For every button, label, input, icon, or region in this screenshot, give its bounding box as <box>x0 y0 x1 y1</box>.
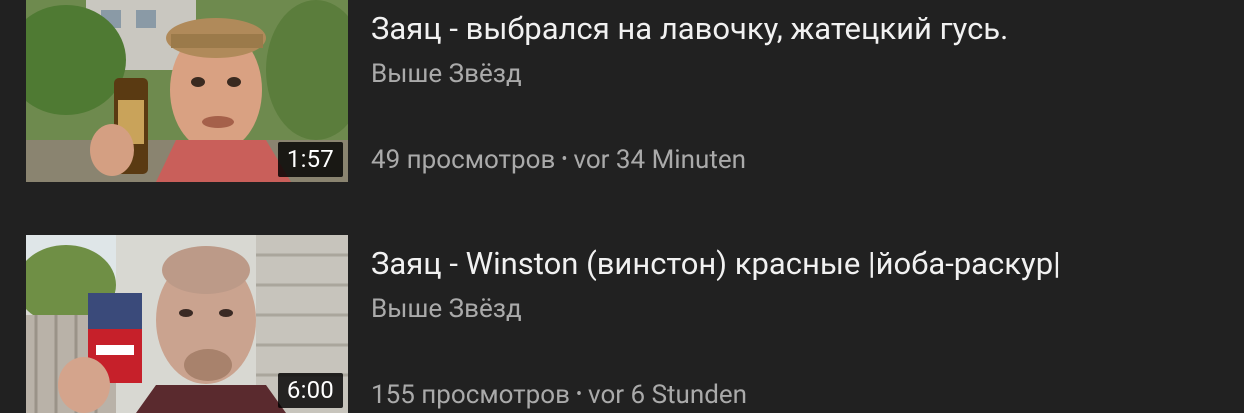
video-thumbnail[interactable]: 1:57 <box>26 0 348 182</box>
video-stats: 49 просмотров • vor 34 Minuten <box>371 144 746 179</box>
video-meta: Заяц - выбрался на лавочку, жатецкий гус… <box>371 0 1231 182</box>
video-title[interactable]: Заяц - выбрался на лавочку, жатецкий гус… <box>371 10 1008 48</box>
upload-age: vor 34 Minuten <box>573 145 746 175</box>
view-count: 155 просмотров <box>371 380 570 410</box>
duration-badge: 6:00 <box>277 373 343 408</box>
video-item[interactable]: 6:00 Заяц - Winston (винстон) красные |й… <box>26 235 1226 413</box>
separator-dot: • <box>575 384 583 405</box>
channel-name[interactable]: Выше Звёзд <box>371 58 522 90</box>
video-title[interactable]: Заяц - Winston (винстон) красные |йоба-р… <box>371 245 1061 283</box>
view-count: 49 просмотров <box>371 145 556 175</box>
upload-age: vor 6 Stunden <box>588 380 748 410</box>
video-meta: Заяц - Winston (винстон) красные |йоба-р… <box>371 235 1231 413</box>
video-item[interactable]: 1:57 Заяц - выбрался на лавочку, жатецки… <box>26 0 1226 182</box>
video-stats: 155 просмотров • vor 6 Stunden <box>371 379 747 413</box>
channel-name[interactable]: Выше Звёзд <box>371 293 522 325</box>
video-thumbnail[interactable]: 6:00 <box>26 235 348 413</box>
duration-badge: 1:57 <box>277 142 343 177</box>
separator-dot: • <box>561 149 568 170</box>
video-list: 1:57 Заяц - выбрался на лавочку, жатецки… <box>0 0 1244 413</box>
